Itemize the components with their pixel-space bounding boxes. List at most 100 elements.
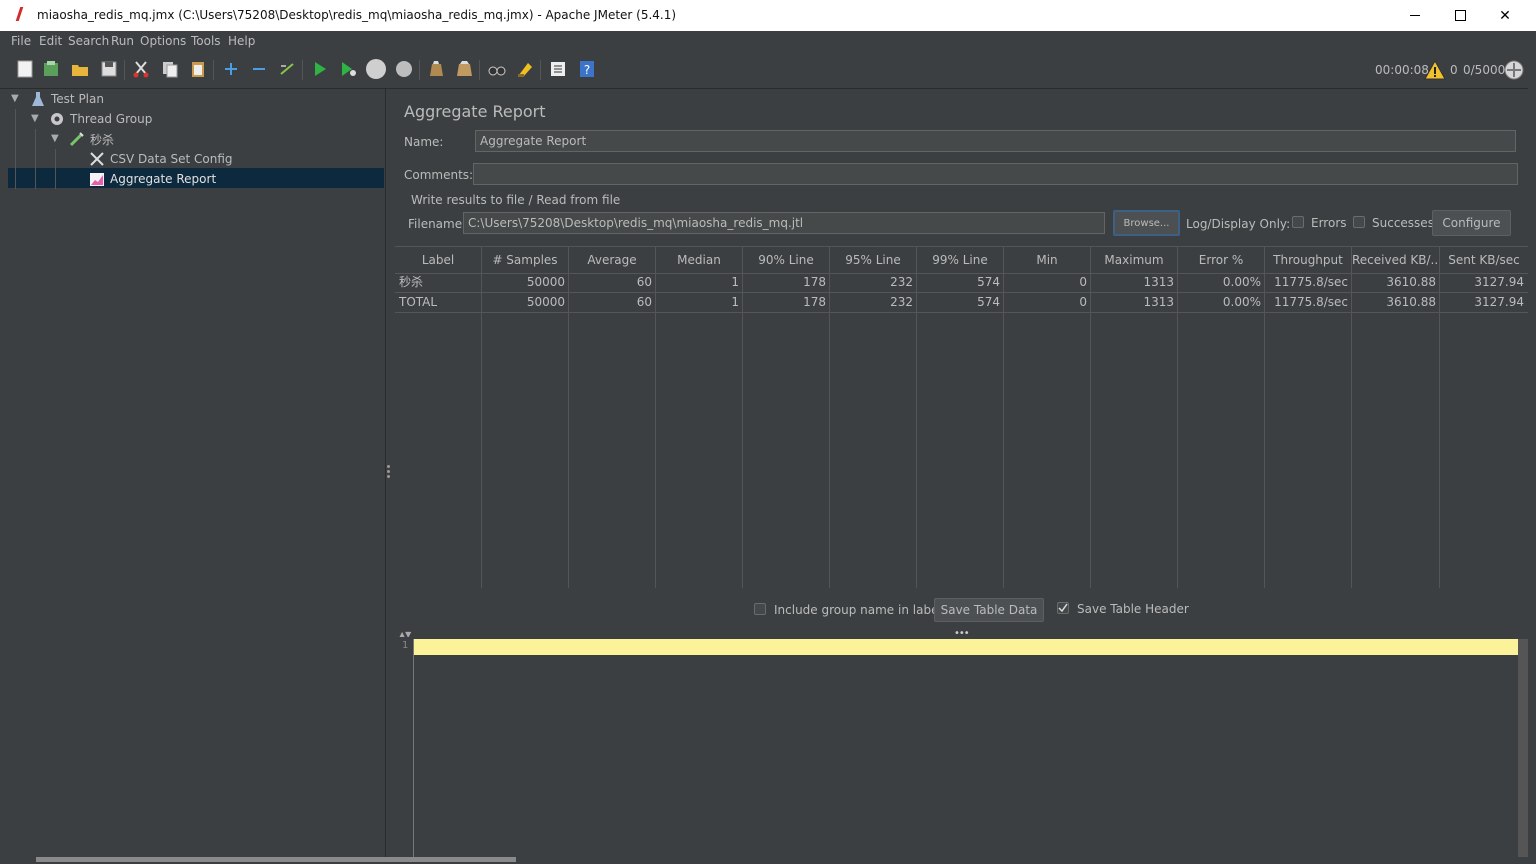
menu-tools[interactable]: Tools [191,34,221,48]
close-button[interactable]: ✕ [1482,0,1528,31]
tree-node-aggregate-report[interactable]: Aggregate Report [89,169,216,189]
tree-node-label: CSV Data Set Config [110,152,233,166]
column-header-95-line[interactable]: 95% Line [830,247,917,273]
column-header-median[interactable]: Median [656,247,743,273]
cell-99-line: 574 [977,295,1000,309]
menu-run[interactable]: Run [111,34,134,48]
browse-button[interactable]: Browse... [1113,210,1180,236]
remote-status-icon [1503,59,1525,84]
checkmark-icon [1058,603,1068,613]
tree-node-thread-group[interactable]: Thread Group [49,109,152,129]
start-icon[interactable] [309,58,331,80]
expand-icon[interactable] [220,58,242,80]
column-header-samples[interactable]: # Samples [482,247,569,273]
aggregate-report-panel: Aggregate Report Name: Aggregate Report … [393,89,1528,857]
clear-all-icon[interactable] [453,58,475,80]
shutdown-icon[interactable] [393,58,415,80]
expand-toggle-icon[interactable]: ▼ [11,93,19,104]
comments-field[interactable] [473,163,1518,185]
column-header-90-line[interactable]: 90% Line [743,247,830,273]
successes-checkbox[interactable] [1353,216,1365,228]
save-table-data-button[interactable]: Save Table Data [934,598,1044,622]
cell-median: 1 [731,295,739,309]
column-divider [1003,272,1004,588]
cell-median: 1 [731,275,739,289]
table-header: Label # Samples Average Median 90% Line … [395,246,1528,274]
errors-checkbox[interactable] [1292,216,1304,228]
minimize-button[interactable] [1392,0,1438,31]
new-icon[interactable] [14,58,36,80]
column-header-sent[interactable]: Sent KB/sec [1440,247,1528,273]
tree-node-test-plan[interactable]: Test Plan [30,89,104,109]
menu-help[interactable]: Help [228,34,255,48]
horizontal-scrollbar[interactable] [36,857,516,862]
tree-node-csv-data-set-config[interactable]: CSV Data Set Config [89,149,233,169]
clear-icon[interactable] [425,58,447,80]
menu-options[interactable]: Options [140,34,186,48]
table-row[interactable]: 秒杀 50000 60 1 178 232 574 0 1313 0.00% 1… [395,272,1528,293]
table-options-bar: Include group name in label? Save Table … [393,589,1528,629]
column-divider [1264,272,1265,588]
tree-node-sampler[interactable]: 秒杀 [69,129,114,149]
window-title: miaosha_redis_mq.jmx (C:\Users\75208\Des… [37,8,677,22]
help-icon[interactable]: ? [576,58,598,80]
maximize-button[interactable] [1437,0,1483,31]
editor-scrollbar[interactable] [1518,639,1528,857]
stop-icon[interactable] [365,58,387,80]
save-icon[interactable] [98,58,120,80]
warning-icon[interactable] [1424,59,1446,83]
copy-icon[interactable] [159,58,181,80]
name-field[interactable]: Aggregate Report [475,130,1516,152]
tree-node-label: Test Plan [51,92,104,106]
results-text-editor[interactable]: 1 [393,637,1528,857]
column-header-label[interactable]: Label [395,247,482,273]
filename-field[interactable]: C:\Users\75208\Desktop\redis_mq\miaosha_… [463,212,1105,234]
toggle-icon[interactable] [276,58,298,80]
expand-toggle-icon[interactable]: ▼ [31,113,39,124]
search-icon[interactable] [486,58,508,80]
file-section-label: Write results to file / Read from file [411,193,621,207]
wrench-icon [90,152,104,166]
column-header-maximum[interactable]: Maximum [1091,247,1178,273]
column-header-throughput[interactable]: Throughput [1265,247,1352,273]
include-group-checkbox[interactable] [754,603,766,615]
minimize-icon [1410,15,1420,16]
gear-icon [51,113,63,125]
cell-error: 0.00% [1222,295,1261,309]
test-plan-tree: ▼ Test Plan ▼ Thread Group ▼ 秒杀 CSV Data… [8,89,385,857]
cut-icon[interactable] [130,58,152,80]
tree-node-label: 秒杀 [90,132,115,147]
column-header-min[interactable]: Min [1004,247,1091,273]
dropper-icon [69,132,84,147]
maximize-icon [1454,10,1466,21]
cell-samples: 50000 [526,295,565,309]
start-no-pause-icon[interactable] [337,58,359,80]
column-divider [1351,272,1352,588]
paste-icon[interactable] [187,58,209,80]
splitter-grip-icon[interactable] [387,465,390,480]
menu-edit[interactable]: Edit [39,34,62,48]
column-divider [742,272,743,588]
toolbar-separator [213,60,214,80]
open-icon[interactable] [69,58,91,80]
column-divider [1177,272,1178,588]
menu-search[interactable]: Search [68,34,109,48]
configure-button[interactable]: Configure [1432,210,1511,236]
column-header-received[interactable]: Received KB/... [1352,247,1440,273]
save-table-header-checkbox[interactable] [1057,602,1069,614]
reset-search-icon[interactable] [514,58,536,80]
function-helper-icon[interactable] [547,58,569,80]
cell-received: 3610.88 [1386,295,1436,309]
collapse-icon[interactable] [248,58,270,80]
column-header-99-line[interactable]: 99% Line [917,247,1004,273]
column-header-error[interactable]: Error % [1178,247,1265,273]
menu-file[interactable]: File [11,34,31,48]
table-row[interactable]: TOTAL 50000 60 1 178 232 574 0 1313 0.00… [395,292,1528,313]
active-threads-count: 0/5000 [1463,63,1506,77]
tree-guide-line [15,109,16,189]
column-divider [655,272,656,588]
expand-toggle-icon[interactable]: ▼ [51,133,59,144]
save-table-header-label: Save Table Header [1077,602,1189,616]
templates-icon[interactable] [40,58,62,80]
column-header-average[interactable]: Average [569,247,656,273]
